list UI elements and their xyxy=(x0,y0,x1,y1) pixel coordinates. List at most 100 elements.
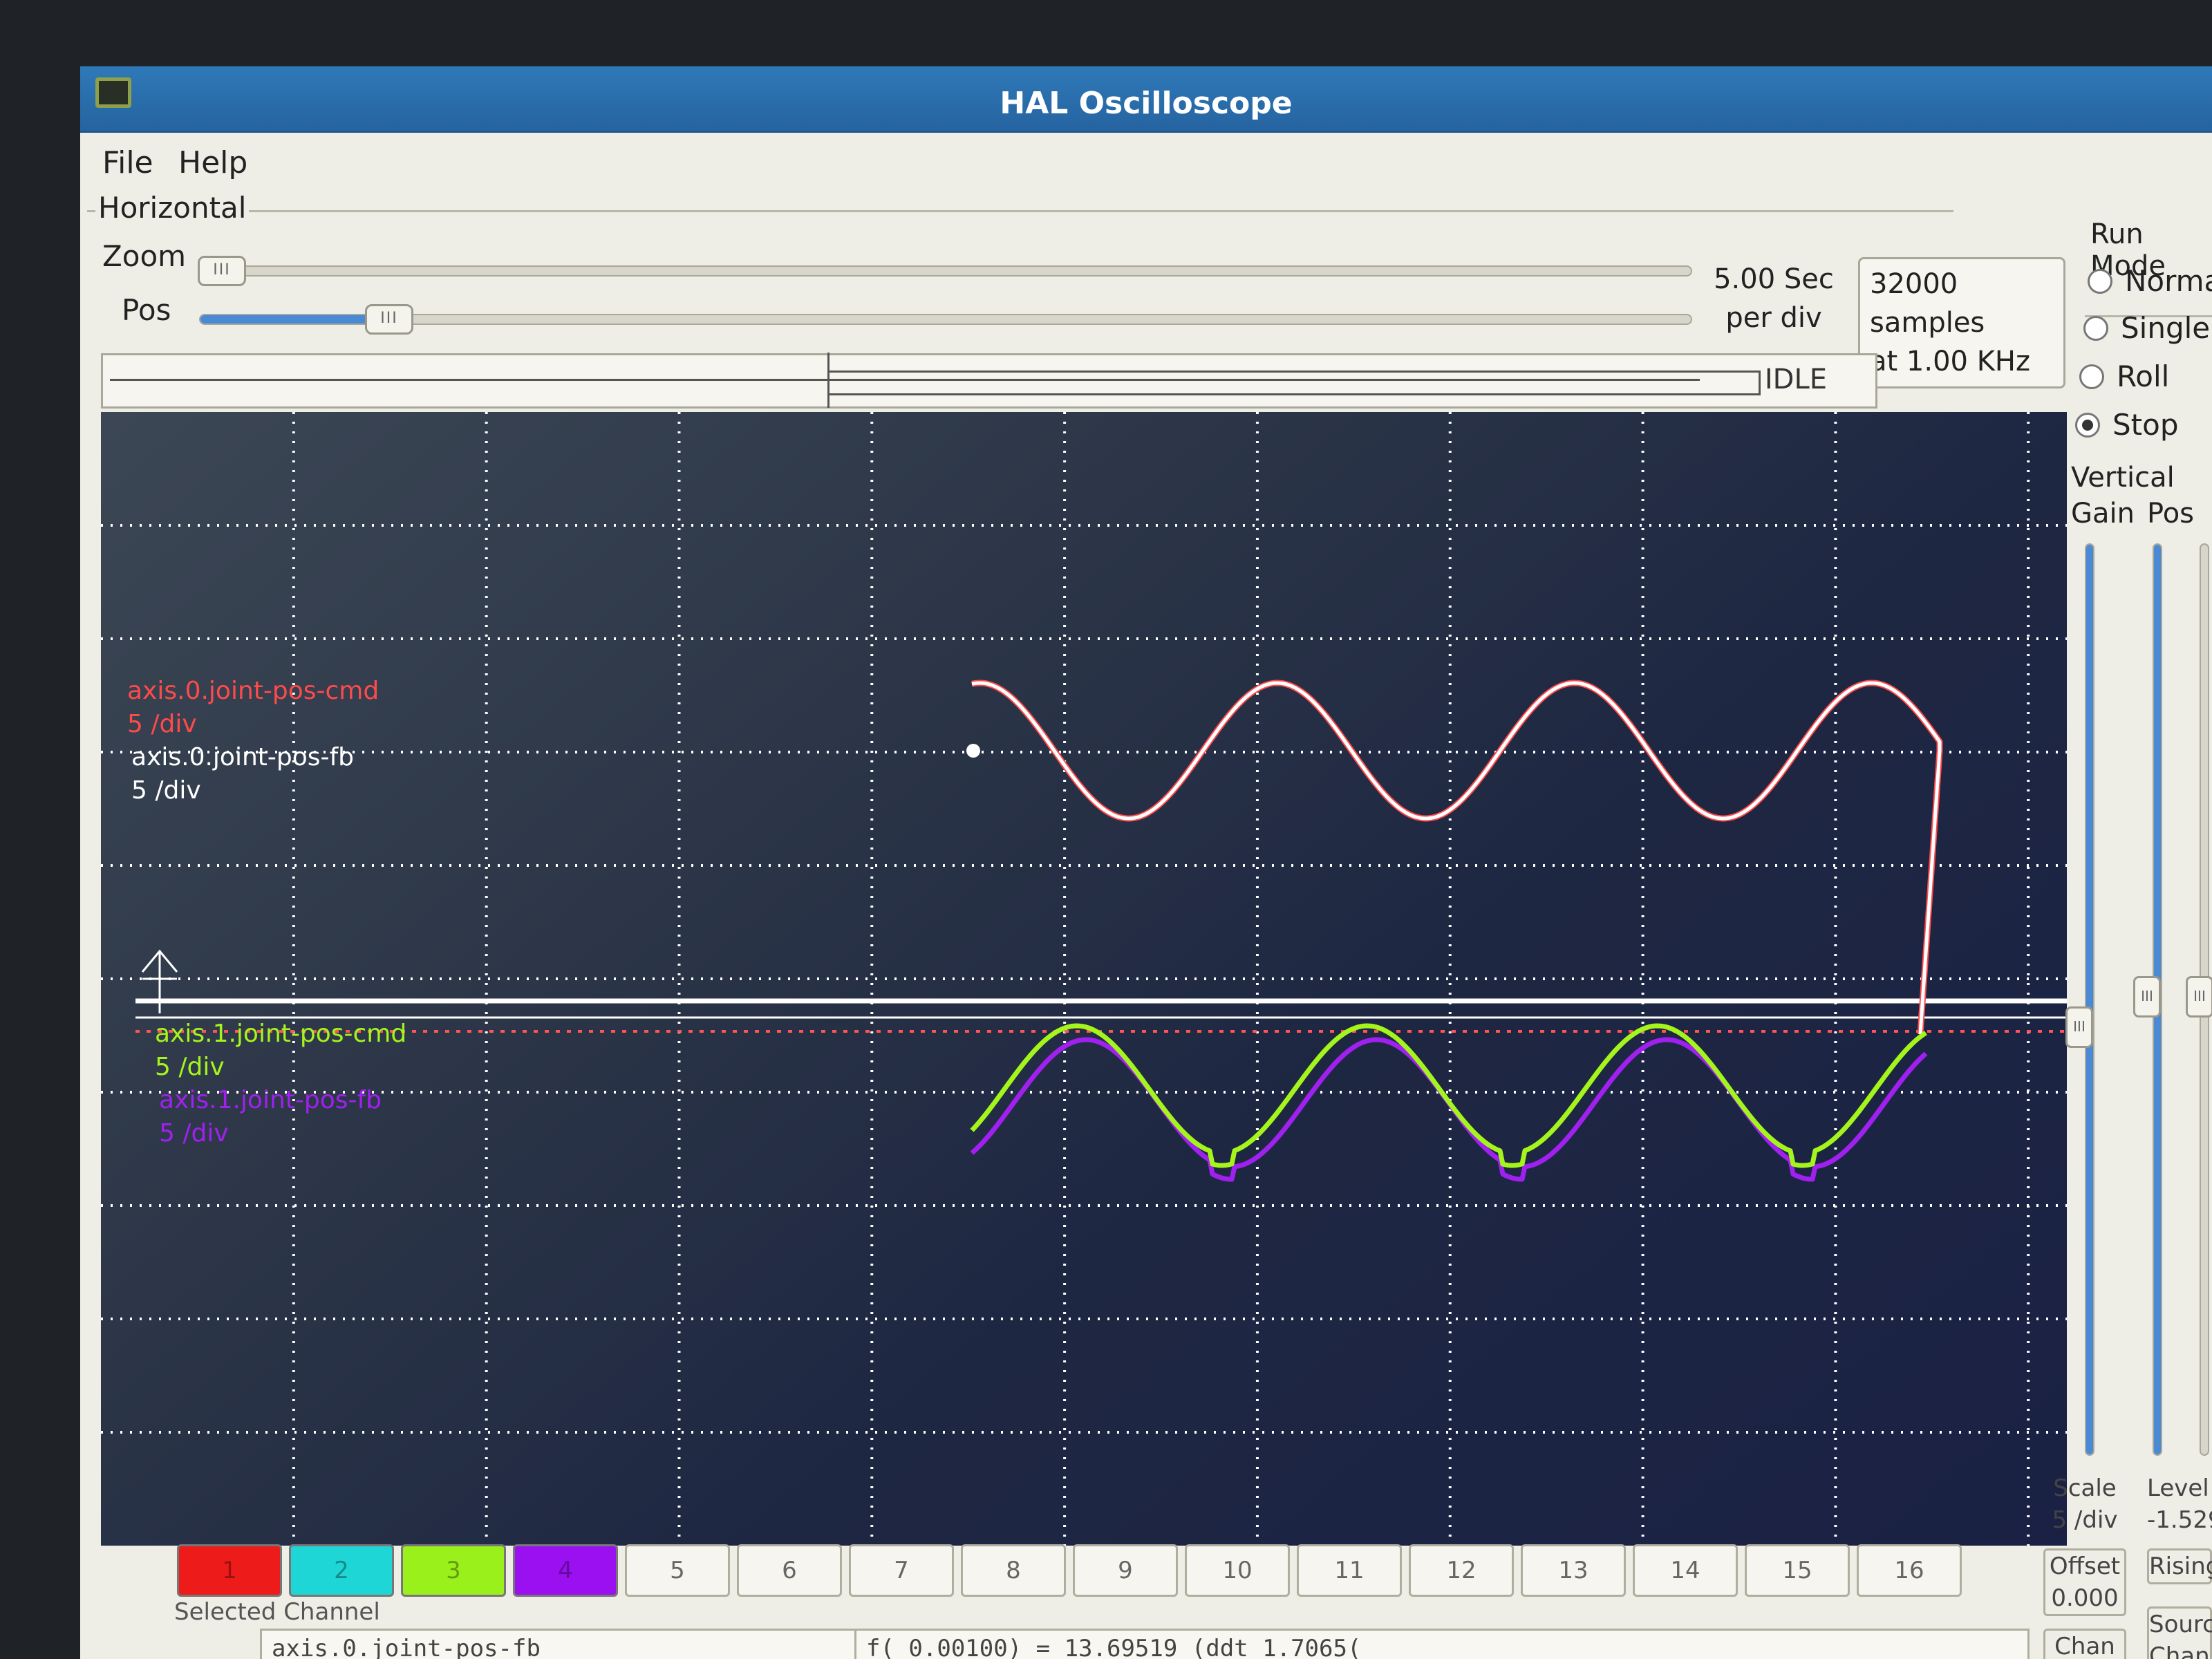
vertical-gain-slider[interactable] xyxy=(2085,543,2094,1456)
vertical-gain-label: Gain xyxy=(2068,498,2137,529)
channel-button-13[interactable]: 13 xyxy=(1521,1544,1626,1597)
trace-ch3 xyxy=(970,1023,1927,1168)
trace-ch2 xyxy=(971,681,1942,1035)
channel-button-4[interactable]: 4 xyxy=(513,1544,618,1597)
chan-off-label: Chan Off xyxy=(2054,1633,2115,1659)
trace-start-dot xyxy=(966,744,980,758)
run-mode-stop[interactable]: Stop xyxy=(2075,408,2178,442)
radio-roll[interactable] xyxy=(2079,364,2104,389)
trigger-edge-label: Rising xyxy=(2149,1553,2212,1580)
channel-button-3[interactable]: 3 xyxy=(401,1544,506,1597)
radio-stop[interactable] xyxy=(2075,412,2100,438)
channel-button-6[interactable]: 6 xyxy=(737,1544,842,1597)
acquisition-state: IDLE xyxy=(1764,364,1827,395)
vertical-offset-label: Offset xyxy=(2049,1553,2121,1580)
menu-file[interactable]: File xyxy=(102,145,153,180)
vertical-gain-fill xyxy=(2086,545,2093,1454)
trace-name-ch1: axis.0.joint-pos-cmd xyxy=(127,677,379,705)
vertical-pos-handle[interactable]: III xyxy=(2133,976,2161,1018)
trigger-source-chan: Chan xyxy=(2149,1642,2210,1659)
channel-button-7[interactable]: 7 xyxy=(849,1544,954,1597)
channel-button-16[interactable]: 16 xyxy=(1857,1544,1962,1597)
vertical-pos-label: Pos xyxy=(2144,498,2197,529)
trigger-position-marker xyxy=(141,949,178,1013)
zoom-slider-handle[interactable]: III xyxy=(198,256,246,286)
run-mode-roll-label: Roll xyxy=(2117,359,2170,393)
samples-count: 32000 samples xyxy=(1870,268,1985,339)
radio-normal[interactable] xyxy=(2088,268,2112,294)
scope-display[interactable]: axis.0.joint-pos-cmd 5 /div axis.0.joint… xyxy=(101,412,2067,1546)
zoom-label: Zoom xyxy=(100,239,189,273)
radio-single[interactable] xyxy=(2083,315,2108,341)
title-bar: HAL Oscilloscope xyxy=(80,66,2212,133)
run-mode-stop-label: Stop xyxy=(2112,408,2179,442)
horizontal-pos-slider[interactable]: III xyxy=(199,304,1692,335)
scope-plot xyxy=(101,412,2067,1546)
selected-channel-name: axis.0.joint-pos-fb xyxy=(260,1629,924,1659)
horizontal-pos-fill xyxy=(200,315,379,324)
trace-label-ch1: axis.0.joint-pos-cmd 5 /div xyxy=(127,675,379,741)
chan-off-button[interactable]: Chan Off xyxy=(2043,1629,2126,1659)
trace-ch1 xyxy=(971,679,1943,1035)
trace-name-ch2: axis.0.joint-pos-fb xyxy=(131,743,355,771)
scope-traces xyxy=(135,679,2067,1182)
horizontal-group-label: Horizontal xyxy=(95,191,250,225)
time-per-div: 5.00 Sec per div xyxy=(1712,260,1836,337)
selected-channel-label: Selected Channel xyxy=(174,1598,380,1626)
samples-info-box: 32000 samples at 1.00 KHz xyxy=(1858,257,2065,388)
channel-button-10[interactable]: 10 xyxy=(1185,1544,1290,1597)
vertical-scale-label: Scale xyxy=(2053,1474,2117,1502)
trigger-level-handle[interactable]: III xyxy=(2186,976,2212,1018)
trigger-level-label: Level xyxy=(2147,1474,2209,1502)
trigger-level-readout: Level -1.529 xyxy=(2147,1472,2212,1536)
run-mode-normal[interactable]: Normal xyxy=(2088,264,2212,298)
zoom-slider[interactable]: III xyxy=(198,256,1692,286)
trigger-level-value: -1.529 xyxy=(2147,1506,2212,1534)
channel-button-12[interactable]: 12 xyxy=(1409,1544,1514,1597)
channel-button-14[interactable]: 14 xyxy=(1633,1544,1738,1597)
trace-name-ch3: axis.1.joint-pos-cmd xyxy=(155,1020,407,1048)
channel-button-8[interactable]: 8 xyxy=(961,1544,1066,1597)
trace-scale-ch4: 5 /div xyxy=(159,1119,229,1147)
selected-channel-readout-text: f( 0.00100) = 13.69519 (ddt 1.7065( xyxy=(866,1635,1362,1659)
horizontal-pos-handle[interactable]: III xyxy=(365,304,413,335)
run-mode-single[interactable]: Single xyxy=(2083,311,2210,345)
vertical-scale-readout: Scale 5 /div xyxy=(2043,1472,2126,1536)
trace-label-ch4: axis.1.joint-pos-fb 5 /div xyxy=(159,1084,382,1150)
vertical-scale-value: 5 /div xyxy=(2052,1506,2118,1534)
run-mode-normal-label: Normal xyxy=(2125,264,2212,298)
trace-label-ch2: axis.0.joint-pos-fb 5 /div xyxy=(131,741,354,807)
run-mode-single-label: Single xyxy=(2121,311,2211,345)
time-per-div-unit: per div xyxy=(1725,302,1822,334)
vertical-gain-handle[interactable]: III xyxy=(2065,1006,2093,1048)
record-window-frame xyxy=(827,371,1761,395)
run-mode-roll[interactable]: Roll xyxy=(2079,359,2169,393)
channel-button-11[interactable]: 11 xyxy=(1297,1544,1402,1597)
trace-scale-ch2: 5 /div xyxy=(131,776,201,805)
selected-channel-name-text: axis.0.joint-pos-fb xyxy=(272,1635,541,1659)
menu-bar: File Help xyxy=(80,133,2212,188)
menu-help[interactable]: Help xyxy=(178,145,247,180)
trace-scale-ch3: 5 /div xyxy=(155,1053,225,1081)
selected-channel-readout: f( 0.00100) = 13.69519 (ddt 1.7065( xyxy=(854,1629,2030,1659)
channel-button-15[interactable]: 15 xyxy=(1745,1544,1850,1597)
trigger-source-button[interactable]: Source Chan xyxy=(2147,1606,2212,1659)
hal-oscilloscope-window: HAL Oscilloscope File Help Horizontal Zo… xyxy=(80,66,2212,1659)
trace-name-ch4: axis.1.joint-pos-fb xyxy=(159,1086,382,1114)
vertical-offset-button[interactable]: Offset 0.000 xyxy=(2043,1548,2126,1616)
acquisition-status-bar: IDLE xyxy=(101,353,1877,409)
horizontal-group-frame xyxy=(87,210,1953,212)
trace-label-ch3: axis.1.joint-pos-cmd 5 /div xyxy=(155,1018,406,1084)
record-track-line xyxy=(110,379,1700,381)
scope-grid xyxy=(101,412,2067,1546)
vertical-group-label: Vertical xyxy=(2068,462,2177,494)
channel-button-2[interactable]: 2 xyxy=(289,1544,394,1597)
trigger-edge-button[interactable]: Rising xyxy=(2147,1548,2212,1584)
time-per-div-value: 5.00 Sec xyxy=(1714,263,1834,295)
channel-button-5[interactable]: 5 xyxy=(625,1544,730,1597)
channel-button-1[interactable]: 1 xyxy=(177,1544,282,1597)
window-title: HAL Oscilloscope xyxy=(1000,86,1293,121)
sample-rate: at 1.00 KHz xyxy=(1870,346,2030,377)
channel-button-9[interactable]: 9 xyxy=(1073,1544,1178,1597)
trigger-source-label: Source xyxy=(2149,1611,2212,1638)
